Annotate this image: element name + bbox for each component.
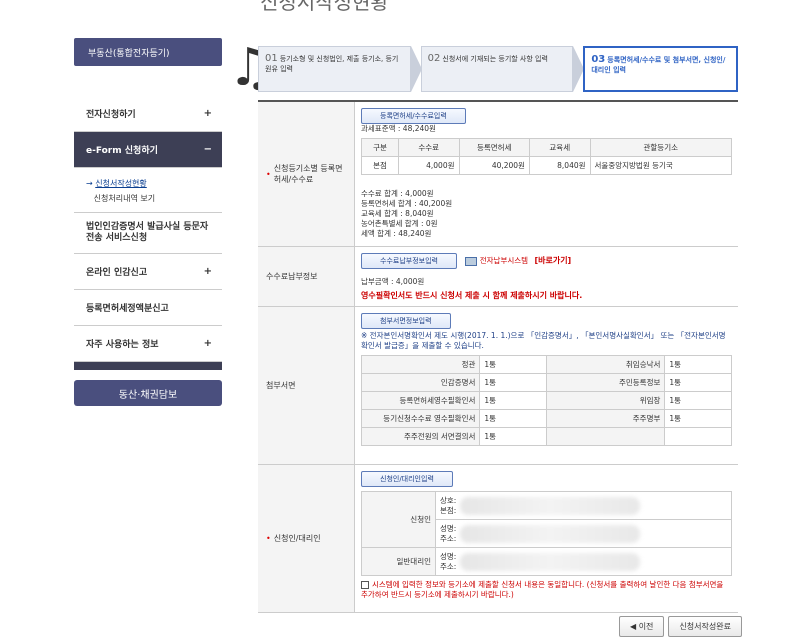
sidebar: 부동산(통합전자등기) 전자신청하기 + e-Form 신청하기 − → 신청서… xyxy=(74,38,222,406)
payment-row: 수수료납부정보 수수료납부정보입력 전자납부시스템 [바로가기] 납부금액 : … xyxy=(258,247,738,307)
epay-shortcut[interactable]: [바로가기] xyxy=(534,256,571,265)
agree-checkbox[interactable] xyxy=(361,581,369,589)
fee-input-button[interactable]: 등록면허세/수수료입력 xyxy=(361,108,466,124)
fee-summary: 수수료 합계 : 4,000원 등록면허세 합계 : 40,200원 교육세 합… xyxy=(361,189,453,238)
step-2: 02 신청서에 기재되는 등기할 사항 입력 xyxy=(420,46,585,92)
fee-table: 구분 수수료 등록면허세 교육세 관할등기소 본점 4,000원 40,200원… xyxy=(361,138,733,175)
tax-base: 과세표준액 : 48,240원 xyxy=(361,124,436,133)
sidebar-item-eform[interactable]: e-Form 신청하기 − xyxy=(74,132,222,168)
step-1: 01 등기소형 및 신청법인, 제출 등기소, 등기원유 입력 xyxy=(258,46,422,92)
movable-collateral-button[interactable]: 동산·채권담보 xyxy=(74,380,222,406)
page: 신청서작성현황 부동산(통합전자등기) 전자신청하기 + e-Form 신청하기… xyxy=(0,0,800,644)
step-indicator: 01 등기소형 및 신청법인, 제출 등기소, 등기원유 입력 02 신청서에 기재… xyxy=(258,46,739,92)
monitor-icon xyxy=(465,256,478,266)
form: • 신청등기소별 등록면허세/수수료 등록면허세/수수료입력 과세표준액 : 48… xyxy=(258,100,738,613)
sidebar-head[interactable]: 부동산(통합전자등기) xyxy=(74,38,222,66)
page-title: 신청서작성현황 xyxy=(260,0,389,14)
redacted-info xyxy=(460,524,641,543)
sidebar-item-seal-sms[interactable]: 법인인감증명서 발급사실 등문자전송 서비스신청 xyxy=(74,212,222,254)
sidebar-spacer xyxy=(74,66,222,96)
payment-warning: 영수필확인서도 반드시 신청서 제출 시 함께 제출하시기 바랍니다. xyxy=(361,291,583,300)
payment-input-button[interactable]: 수수료납부정보입력 xyxy=(361,253,457,269)
step-3: 03 등록면허세/수수료 및 첨부서면, 신청인/대리인 입력 xyxy=(583,46,739,92)
attach-row: 첨부서면 첨부서면정보입력 ※ 전자본인서명확인서 제도 시행(2017. 1.… xyxy=(258,307,738,465)
minus-icon: − xyxy=(203,144,212,155)
submenu-current[interactable]: → 신청서작성현황 xyxy=(86,176,210,191)
bottom-buttons: ◀ 이전 신청서작성완료 xyxy=(619,616,742,637)
attach-table: 정관 1통 취임승낙서 1통 인감증명서 1통 주민등록정보 1통 등록면허세영수필확인… xyxy=(360,355,732,446)
redacted-info xyxy=(460,496,641,515)
submenu-other[interactable]: 신청처리내역 보기 xyxy=(86,191,210,206)
prev-button[interactable]: ◀ 이전 xyxy=(619,616,665,637)
fee-label: • 신청등기소별 등록면허세/수수료 xyxy=(258,102,355,246)
sidebar-item-tax[interactable]: 등록면허세정액분신고 xyxy=(74,290,222,326)
applicant-table: 신청인 상호: 본점: 성명: 주소: 일반대리인 성명: 주소: xyxy=(361,491,732,576)
attach-input-button[interactable]: 첨부서면정보입력 xyxy=(361,313,451,329)
redacted-info xyxy=(460,552,641,571)
fee-row: • 신청등기소별 등록면허세/수수료 등록면허세/수수료입력 과세표준액 : 48… xyxy=(258,102,738,247)
sidebar-bottom-bar xyxy=(74,362,222,370)
plus-icon: + xyxy=(203,266,212,277)
sidebar-item-favorites[interactable]: 자주 사용하는 정보 + xyxy=(74,326,222,362)
applicant-input-button[interactable]: 신청인/대리인입력 xyxy=(361,471,453,487)
sidebar-submenu: → 신청서작성현황 신청처리내역 보기 xyxy=(74,168,222,212)
sidebar-item-e-apply[interactable]: 전자신청하기 + xyxy=(74,96,222,132)
plus-icon: + xyxy=(203,108,212,119)
sidebar-item-seal-report[interactable]: 온라인 인감신고 + xyxy=(74,254,222,290)
agree-row: 시스템에 입력한 정보와 등기소에 제출할 신청서 내용은 동일합니다. (신청… xyxy=(361,580,724,599)
epay-link[interactable]: 전자납부시스템 xyxy=(480,256,528,265)
plus-icon: + xyxy=(203,338,212,349)
complete-button[interactable]: 신청서작성완료 xyxy=(668,616,742,637)
applicant-row: • 신청인/대리인 신청인/대리인입력 신청인 상호: 본점: 성명: 주소: … xyxy=(258,465,738,613)
